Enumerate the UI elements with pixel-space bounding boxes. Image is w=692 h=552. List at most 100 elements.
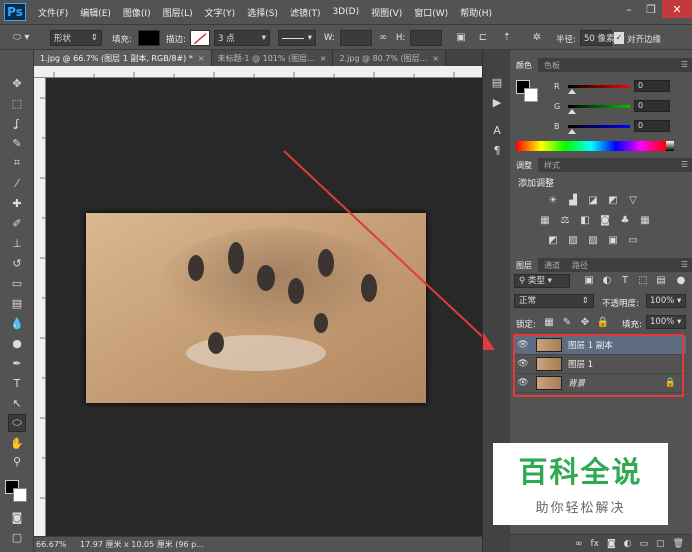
radius-input[interactable]: 50 像素	[580, 30, 615, 46]
tab-close-icon[interactable]: ×	[320, 54, 327, 63]
brush-tool-icon[interactable]: ✐	[8, 214, 26, 232]
folder-icon[interactable]: ▭	[640, 539, 649, 549]
menu-filter[interactable]: 滤镜(T)	[290, 6, 321, 19]
trash-icon[interactable]: 🗑	[673, 539, 684, 549]
minimize-button[interactable]: –	[618, 0, 640, 18]
layer-filter-select[interactable]: ⚲ 类型 ▾	[514, 274, 570, 288]
green-value-input[interactable]: 0	[634, 100, 670, 112]
tool-preset-icon[interactable]: ⬭ ▾	[6, 32, 36, 44]
adjustment-icon[interactable]: ◐	[624, 539, 632, 549]
link-icon[interactable]: ∞	[376, 32, 390, 44]
move-tool-icon[interactable]: ✥	[8, 74, 26, 92]
menu-edit[interactable]: 编辑(E)	[80, 6, 111, 19]
mask-icon[interactable]: ◙	[607, 539, 616, 549]
filter-type-icon[interactable]: T	[618, 275, 632, 287]
quick-select-tool-icon[interactable]: ✎	[8, 134, 26, 152]
vibrance-icon[interactable]: ▽	[626, 195, 640, 207]
crop-tool-icon[interactable]: ⌗	[8, 154, 26, 172]
restore-button[interactable]: ❐	[640, 0, 662, 18]
threshold-icon[interactable]: ▨	[586, 235, 600, 247]
lasso-tool-icon[interactable]: ʆ	[8, 114, 26, 132]
link-icon[interactable]: ∞	[575, 539, 583, 549]
tab-paths[interactable]: 路径	[566, 258, 594, 272]
type-tool-icon[interactable]: T	[8, 374, 26, 392]
tab-swatches[interactable]: 色板	[538, 58, 566, 72]
posterize-icon[interactable]: ▨	[566, 235, 580, 247]
path-ops-icon[interactable]: ▣	[454, 32, 468, 44]
lock-position-icon[interactable]: ✥	[578, 317, 592, 329]
blend-mode-select[interactable]: 正常 ⇕	[514, 294, 594, 308]
tab-layers[interactable]: 图层	[510, 258, 538, 272]
canvas-area[interactable]	[46, 78, 482, 536]
slider-thumb[interactable]	[568, 88, 576, 94]
path-select-tool-icon[interactable]: ↖	[8, 394, 26, 412]
selective-color-icon[interactable]: ▣	[606, 235, 620, 247]
tab-adjustments[interactable]: 调整	[510, 158, 538, 172]
healing-tool-icon[interactable]: ✚	[8, 194, 26, 212]
hue-saturation-icon[interactable]: ▦	[538, 215, 552, 227]
panel-menu-icon[interactable]: ☰	[681, 60, 688, 69]
zoom-tool-icon[interactable]: ⚲	[8, 452, 26, 470]
menu-select[interactable]: 选择(S)	[247, 6, 278, 19]
eyedropper-tool-icon[interactable]: ⁄	[8, 174, 26, 192]
blur-tool-icon[interactable]: 💧	[8, 314, 26, 332]
marquee-tool-icon[interactable]: ⬚	[8, 94, 26, 112]
menu-3d[interactable]: 3D(D)	[332, 7, 359, 17]
photo-filter-icon[interactable]: ◙	[598, 215, 612, 227]
color-bg-swatch[interactable]	[524, 88, 538, 102]
gear-icon[interactable]: ✲	[530, 32, 544, 44]
stroke-type-select[interactable]: ▾	[278, 30, 316, 46]
menu-file[interactable]: 文件(F)	[38, 6, 68, 19]
background-color-swatch[interactable]	[13, 488, 27, 502]
color-spectrum[interactable]	[516, 141, 666, 151]
channel-mixer-icon[interactable]: ♣	[618, 215, 632, 227]
tab-doc-1[interactable]: 1.jpg @ 66.7% (图层 1 副本, RGB/8#) * ×	[34, 50, 212, 66]
opacity-input[interactable]: 100% ▾	[646, 294, 686, 308]
tab-channels[interactable]: 通道	[538, 258, 566, 272]
menu-view[interactable]: 视图(V)	[371, 6, 402, 19]
slider-thumb[interactable]	[568, 108, 576, 114]
zoom-level[interactable]: 66.67%	[34, 540, 74, 549]
red-slider[interactable]	[568, 84, 630, 94]
blue-slider[interactable]	[568, 124, 630, 134]
tab-doc-3[interactable]: 2.jpg @ 80.7% (图层... ×	[333, 50, 446, 66]
filter-shape-icon[interactable]: ⬚	[636, 275, 650, 287]
document-info[interactable]: 17.97 厘米 x 10.05 厘米 (96 p...	[74, 539, 482, 550]
color-lookup-icon[interactable]: ▦	[638, 215, 652, 227]
black-white-icon[interactable]: ◧	[578, 215, 592, 227]
new-layer-icon[interactable]: ▢	[656, 539, 665, 549]
stamp-tool-icon[interactable]: ⊥	[8, 234, 26, 252]
menu-help[interactable]: 帮助(H)	[460, 6, 492, 19]
lock-pixels-icon[interactable]: ✎	[560, 317, 574, 329]
hand-tool-icon[interactable]: ✋	[8, 434, 26, 452]
menu-window[interactable]: 窗口(W)	[414, 6, 448, 19]
quick-mask-icon[interactable]: ◙	[8, 508, 26, 526]
red-value-input[interactable]: 0	[634, 80, 670, 92]
close-button[interactable]: ✕	[662, 0, 692, 18]
eraser-tool-icon[interactable]: ▭	[8, 274, 26, 292]
screen-mode-icon[interactable]: ▢	[8, 528, 26, 546]
tab-doc-2[interactable]: 未标题-1 @ 101% (图层... ×	[211, 50, 334, 66]
fill-input[interactable]: 100% ▾	[646, 315, 686, 329]
align-edges-checkbox[interactable]: ✓	[614, 32, 624, 44]
menu-image[interactable]: 图像(I)	[123, 6, 151, 19]
levels-icon[interactable]: ▟	[566, 195, 580, 207]
path-arrange-icon[interactable]: ⇡	[500, 32, 514, 44]
green-slider[interactable]	[568, 104, 630, 114]
brightness-icon[interactable]: ☀	[546, 195, 560, 207]
panel-menu-icon[interactable]: ☰	[681, 160, 688, 169]
path-align-icon[interactable]: ⊏	[476, 32, 490, 44]
tab-styles[interactable]: 样式	[538, 158, 566, 172]
ellipse-tool-icon[interactable]: ⬭	[8, 414, 26, 432]
fill-swatch[interactable]	[138, 30, 160, 46]
filter-adjust-icon[interactable]: ◐	[600, 275, 614, 287]
exposure-icon[interactable]: ◩	[606, 195, 620, 207]
color-balance-icon[interactable]: ⚖	[558, 215, 572, 227]
curves-icon[interactable]: ◪	[586, 195, 600, 207]
menu-layer[interactable]: 图层(L)	[163, 6, 193, 19]
lock-transparent-icon[interactable]: ▦	[542, 317, 556, 329]
blue-value-input[interactable]: 0	[634, 120, 670, 132]
bw-ramp[interactable]	[666, 141, 674, 151]
height-input[interactable]	[410, 30, 442, 46]
width-input[interactable]	[340, 30, 372, 46]
